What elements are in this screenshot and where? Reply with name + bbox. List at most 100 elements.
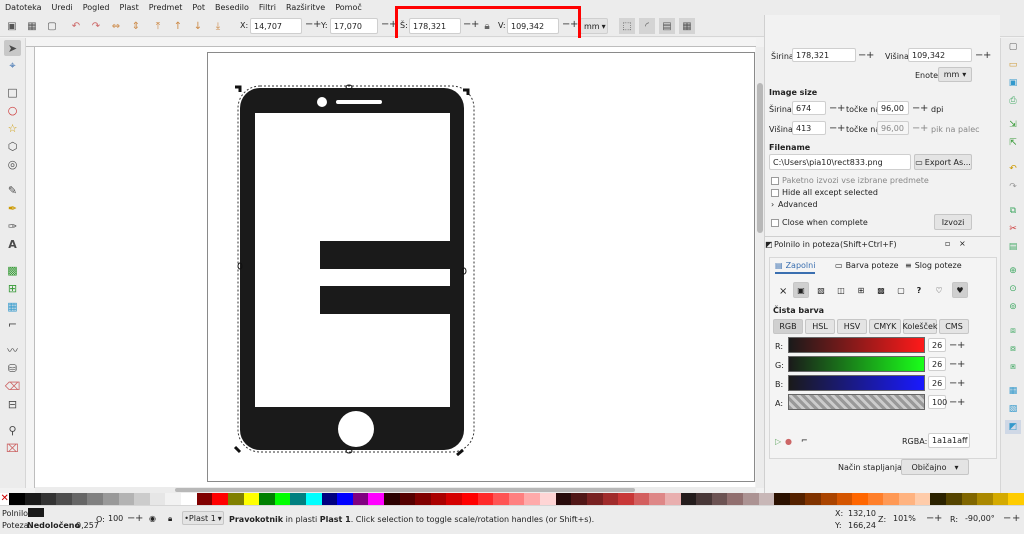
fill-stroke-dialog-icon[interactable]: ◩ [1005, 420, 1021, 434]
mode-cms[interactable]: CMS [939, 319, 969, 334]
clone-icon[interactable]: ⧇ [1005, 342, 1021, 356]
vertical-ruler[interactable] [26, 47, 35, 488]
g-field[interactable]: 26 [928, 357, 946, 371]
hide-except-checkbox[interactable] [771, 189, 779, 197]
r-plus[interactable]: + [957, 340, 965, 351]
a-field[interactable]: 100 [928, 395, 947, 409]
rotation-minus[interactable]: − [1003, 513, 1011, 524]
image-height-plus[interactable]: + [837, 123, 845, 134]
horizontal-scroll-thumb[interactable] [175, 488, 635, 492]
filename-field[interactable]: C:\Users\pia10\rect833.png [769, 154, 911, 170]
export-height-plus[interactable]: + [983, 50, 991, 61]
rotation-plus[interactable]: + [1012, 513, 1020, 524]
flip-horizontal-icon[interactable]: ⇔ [108, 18, 124, 34]
unset-paint-icon[interactable]: ? [911, 282, 927, 298]
mode-hsv[interactable]: HSV [837, 319, 867, 334]
lower-to-bottom-icon[interactable]: ⤓ [210, 18, 226, 34]
mode-cmyk[interactable]: CMYK [869, 319, 901, 334]
stroke-indicator-value[interactable]: Nedoločeno [27, 521, 80, 530]
eraser-tool-icon[interactable]: ⌫ [4, 378, 21, 394]
move-gradients-icon[interactable]: ▤ [659, 18, 675, 34]
rotate-ccw-icon[interactable]: ↶ [68, 18, 84, 34]
screen-bar-lower[interactable] [320, 286, 450, 314]
r-slider[interactable] [788, 337, 925, 353]
deselect-icon[interactable]: ▢ [44, 18, 60, 34]
zoom-plus[interactable]: + [934, 513, 942, 524]
flat-color-icon[interactable]: ▣ [793, 282, 809, 298]
blend-mode-select[interactable]: Običajno ▾ [901, 459, 969, 475]
pen-tool-icon[interactable]: ✒ [4, 200, 21, 216]
b-slider[interactable] [788, 375, 925, 391]
linear-gradient-icon[interactable]: ▧ [813, 282, 829, 298]
unlink-clone-icon[interactable]: ⧆ [1005, 360, 1021, 374]
menu-edit[interactable]: Uredi [52, 3, 73, 12]
pattern-icon[interactable]: ▩ [873, 282, 889, 298]
tab-fill[interactable]: ▤ Zapolni [775, 261, 816, 274]
advanced-label[interactable]: Advanced [778, 200, 818, 209]
unit-select[interactable]: mm ▾ [580, 18, 608, 34]
menu-view[interactable]: Pogled [83, 3, 110, 12]
menu-file[interactable]: Datoteka [5, 3, 42, 12]
ungroup-icon[interactable]: ▧ [1005, 402, 1021, 416]
select-all-layers-icon[interactable]: ▦ [24, 18, 40, 34]
scale-stroke-icon[interactable]: ⬚ [619, 18, 635, 34]
menu-text[interactable]: Besedilo [215, 3, 249, 12]
image-height-field[interactable]: 413 [792, 121, 826, 135]
mode-rgb[interactable]: RGB [773, 319, 803, 334]
zoom-page-icon[interactable]: ⊚ [1005, 300, 1021, 314]
cut-icon[interactable]: ✂ [1005, 222, 1021, 236]
spiral-tool-icon[interactable]: ◎ [4, 156, 21, 172]
units-select[interactable]: mm ▾ [938, 67, 972, 82]
calligraphy-tool-icon[interactable]: ✑ [4, 218, 21, 234]
menu-extensions[interactable]: Razširitve [286, 3, 325, 12]
no-color-swatch[interactable]: ✕ [0, 493, 10, 505]
opacity-plus[interactable]: + [135, 513, 143, 524]
tab-stroke-paint[interactable]: ▭ Barva poteze [835, 261, 899, 270]
text-tool-icon[interactable]: A [4, 236, 21, 252]
redo-icon[interactable]: ↷ [1005, 180, 1021, 194]
swatch-icon[interactable]: ▢ [893, 282, 909, 298]
print-icon[interactable]: ⎙ [1005, 94, 1021, 108]
export-width-plus[interactable]: + [866, 50, 874, 61]
color-picker-icon[interactable]: ⌐ [801, 436, 808, 445]
g-slider[interactable] [788, 356, 925, 372]
export-as-button[interactable]: ▭ Export As... [914, 154, 972, 170]
color-palette[interactable]: ✕ [0, 493, 1024, 505]
flip-vertical-icon[interactable]: ⇕ [128, 18, 144, 34]
zoom-tool-icon[interactable]: ⚲ [4, 422, 21, 438]
group-icon[interactable]: ▦ [1005, 384, 1021, 398]
scale-handle-bl[interactable] [233, 445, 242, 454]
export-height-field[interactable]: 109,342 [908, 48, 972, 62]
rotation-field[interactable]: -90,00° [962, 511, 996, 525]
radial-gradient-icon[interactable]: ◫ [833, 282, 849, 298]
opacity-field[interactable]: 100 [105, 511, 125, 525]
paint-bucket-tool-icon[interactable]: ⛁ [4, 360, 21, 376]
g-plus[interactable]: + [957, 359, 965, 370]
measure-tool-icon[interactable]: ⊟ [4, 396, 21, 412]
zoom-field[interactable]: 101% [890, 511, 924, 525]
horizontal-ruler[interactable] [26, 38, 756, 47]
ellipse-tool-icon[interactable]: ○ [4, 102, 21, 118]
no-paint-icon[interactable]: × [779, 286, 787, 297]
fill-indicator-swatch[interactable] [28, 508, 44, 517]
mode-wheel[interactable]: Kolešček [903, 319, 938, 334]
connector-tool-icon[interactable]: ⊞ [4, 280, 21, 296]
menu-help[interactable]: Pomoč [335, 3, 362, 12]
zoom-selection-icon[interactable]: ⊕ [1005, 264, 1021, 278]
rectangle-tool-icon[interactable]: □ [4, 84, 21, 100]
close-icon[interactable]: × [959, 239, 966, 248]
r-field[interactable]: 26 [928, 338, 946, 352]
menu-filters[interactable]: Filtri [259, 3, 276, 12]
lpe-tool-icon[interactable]: ⌧ [4, 440, 21, 456]
scale-handle-tl[interactable] [235, 85, 242, 92]
a-slider[interactable] [788, 394, 925, 410]
raise-to-top-icon[interactable]: ⤒ [150, 18, 166, 34]
spray-tool-icon[interactable]: ▩ [4, 262, 21, 278]
fill-rule-evenodd-icon[interactable]: ♡ [931, 282, 947, 298]
zoom-drawing-icon[interactable]: ⊙ [1005, 282, 1021, 296]
dpi-plus[interactable]: + [920, 103, 928, 114]
export-button[interactable]: Izvozi [934, 214, 972, 230]
a-plus[interactable]: + [957, 397, 965, 408]
scale-corners-icon[interactable]: ◜ [639, 18, 655, 34]
lower-icon[interactable]: ↓ [190, 18, 206, 34]
